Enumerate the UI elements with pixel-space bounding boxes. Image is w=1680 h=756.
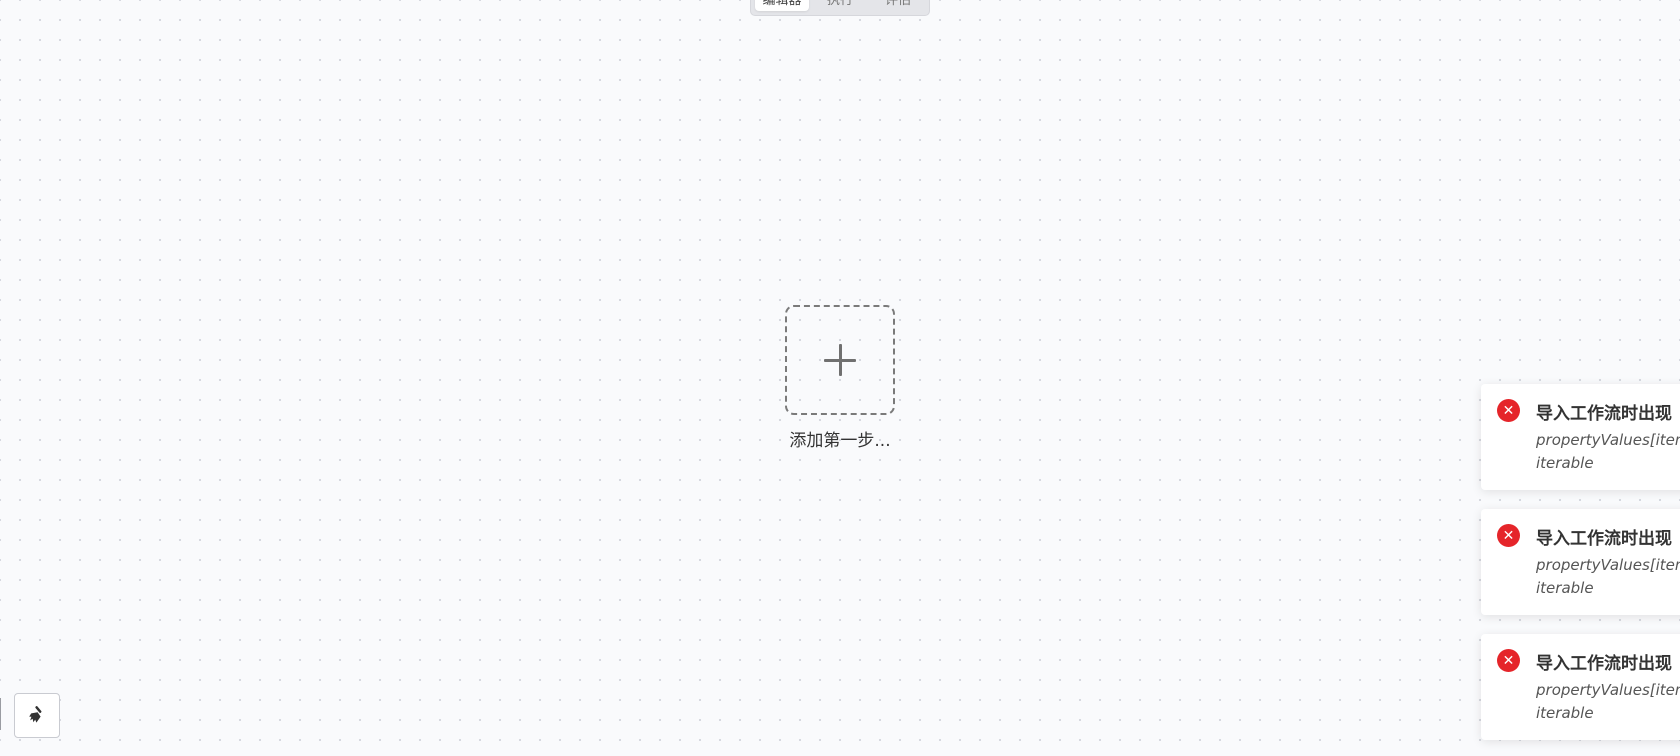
broom-icon: [27, 704, 47, 728]
notification-message: propertyValues[item iterable: [1536, 554, 1680, 600]
notification-message-line: iterable: [1536, 579, 1594, 597]
notification-title: 导入工作流时出现: [1536, 654, 1672, 674]
tab-evaluations[interactable]: 评估: [871, 0, 925, 11]
notification-message-line: propertyValues[item: [1536, 681, 1680, 699]
add-first-step-label: 添加第一步...: [789, 431, 891, 451]
notification-message-line: iterable: [1536, 454, 1594, 472]
notification-title: 导入工作流时出现: [1536, 404, 1672, 424]
notification-message-line: iterable: [1536, 704, 1594, 722]
tab-editor[interactable]: 编辑器: [755, 0, 809, 11]
error-notification[interactable]: ✕ 导入工作流时出现 propertyValues[item iterable: [1481, 509, 1680, 615]
notification-title: 导入工作流时出现: [1536, 529, 1672, 549]
add-first-step-button[interactable]: [785, 305, 895, 415]
left-edge-divider: [0, 698, 1, 730]
notification-message: propertyValues[item iterable: [1536, 679, 1680, 725]
error-icon: ✕: [1497, 524, 1520, 547]
error-notification[interactable]: ✕ 导入工作流时出现 propertyValues[item iterable: [1481, 384, 1680, 490]
plus-icon: [824, 344, 856, 376]
notification-message: propertyValues[item iterable: [1536, 429, 1680, 475]
notification-message-line: propertyValues[item: [1536, 556, 1680, 574]
notification-message-line: propertyValues[item: [1536, 431, 1680, 449]
error-notification[interactable]: ✕ 导入工作流时出现 propertyValues[item iterable: [1481, 634, 1680, 740]
error-icon: ✕: [1497, 649, 1520, 672]
error-icon: ✕: [1497, 399, 1520, 422]
tab-executions[interactable]: 执行: [813, 0, 867, 11]
view-tab-switcher: 编辑器 执行 评估: [750, 0, 930, 16]
tidy-up-button[interactable]: [14, 693, 60, 738]
